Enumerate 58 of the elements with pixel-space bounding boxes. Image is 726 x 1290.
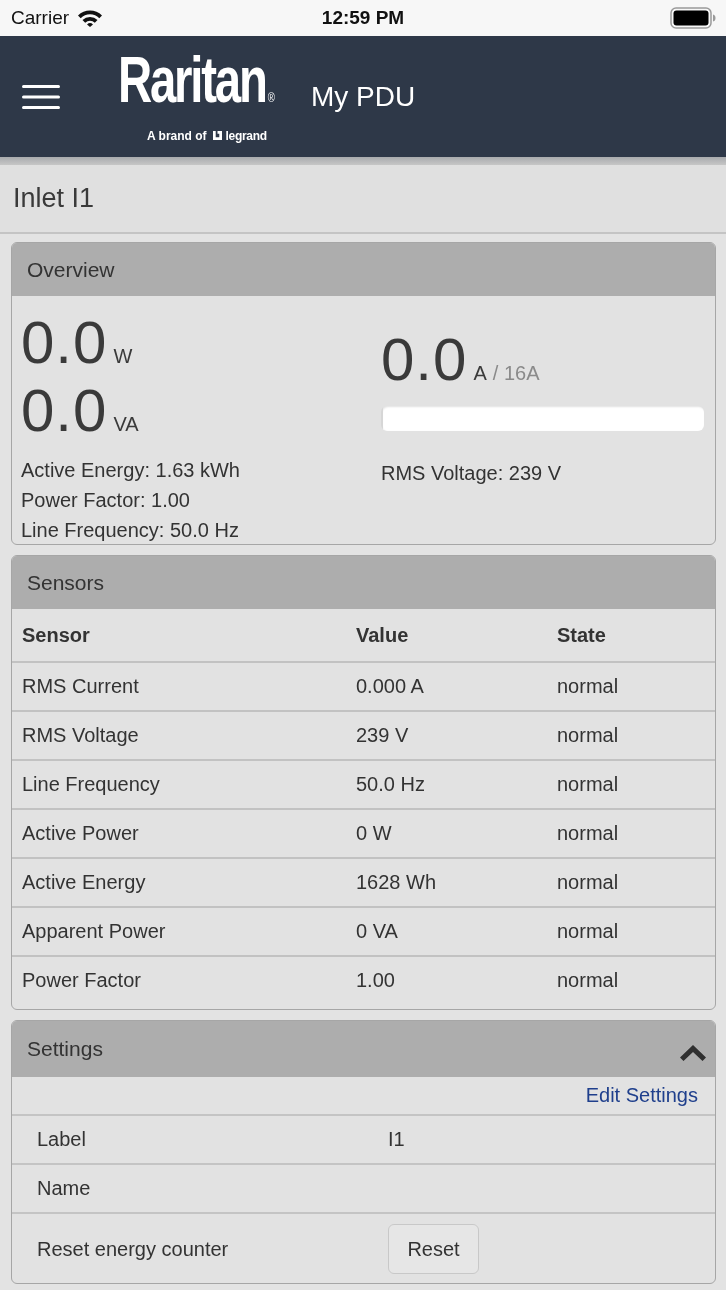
table-cell-text: 0.000 A (356, 675, 425, 698)
setting-label: Label (37, 1128, 87, 1151)
column-header: Value (356, 623, 410, 647)
wifi-icon (77, 9, 104, 27)
table-cell-text: Apparent Power (22, 920, 167, 943)
table-cell-text: 50.0 Hz (356, 773, 426, 796)
table-cell-text: 0 W (356, 822, 393, 845)
detail-text: Power Factor: 1.00 (21, 488, 191, 513)
current-unit: A (473, 362, 487, 385)
table-cell-text: Line Frequency (22, 773, 161, 796)
carrier-name: Carrier (11, 7, 70, 29)
panel-title: Settings (27, 1037, 103, 1061)
current-value: 0.0 (381, 326, 468, 394)
panel-title: Overview (27, 257, 115, 282)
table-cell-text: Active Energy (22, 871, 147, 894)
square-logo-icon (212, 131, 222, 140)
detail-text: Active Energy: 1.63 kWh (21, 458, 241, 483)
reading-value: 0.0 (21, 309, 108, 377)
reading-unit: W (113, 345, 133, 368)
menu-button[interactable] (22, 84, 60, 109)
panel-header[interactable]: Settings (12, 1021, 715, 1077)
setting-label: Name (37, 1177, 92, 1200)
detail-text: Line Frequency: 50.0 Hz (21, 518, 240, 543)
status-time: 12:59 PM (321, 7, 405, 29)
column-header: State (557, 623, 607, 647)
setting-value: I1 (388, 1128, 406, 1151)
table-cell-text: 0 VA (356, 920, 399, 943)
table-cell-text: normal (557, 920, 620, 943)
reset-button[interactable]: Reset (388, 1224, 479, 1274)
table-cell-text: normal (557, 724, 620, 747)
chevron-up-icon[interactable] (680, 1045, 706, 1061)
table-cell-text: normal (557, 871, 620, 894)
menu-icon (22, 84, 60, 109)
battery-icon (670, 7, 716, 29)
reading-unit: VA (113, 413, 139, 436)
edit-settings-link[interactable]: Edit Settings (585, 1084, 698, 1107)
detail-text: RMS Voltage: 239 V (381, 461, 563, 486)
setting-label: Reset energy counter (37, 1237, 230, 1261)
logo-wordmark: Raritan® (118, 52, 275, 118)
table-cell-text: Active Power (22, 822, 140, 845)
current-limit: / 16A (492, 362, 540, 385)
device-title: My PDU (311, 80, 416, 113)
brand-wordmark: legrand (225, 128, 267, 143)
table-cell-text: RMS Current (22, 675, 140, 698)
column-header: Sensor (22, 623, 91, 647)
panel-title: Sensors (27, 570, 105, 595)
table-cell-text: normal (557, 969, 620, 992)
table-cell-text: normal (557, 822, 620, 845)
table-cell-text: 239 V (356, 724, 410, 747)
logo-tagline: A brand of (147, 128, 207, 143)
page-title: Inlet I1 (13, 183, 95, 214)
table-cell-text: normal (557, 675, 620, 698)
table-cell-text: 1.00 (356, 969, 396, 992)
table-cell-text: RMS Voltage (22, 724, 140, 747)
table-cell-text: 1628 Wh (356, 871, 438, 894)
table-cell-text: Power Factor (22, 969, 142, 992)
table-cell-text: normal (557, 773, 620, 796)
reading-value: 0.0 (21, 377, 108, 445)
